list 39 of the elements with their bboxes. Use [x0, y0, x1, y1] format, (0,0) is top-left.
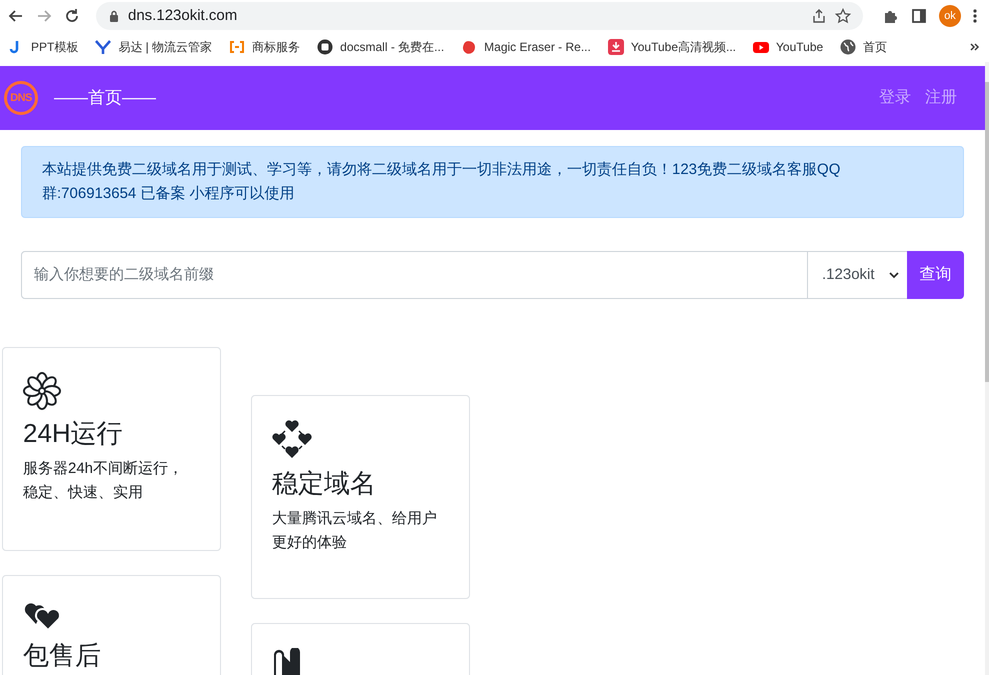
subdomain-input[interactable]: 输入你想要的二级域名前缀 [21, 251, 808, 299]
notice-alert: 本站提供免费二级域名用于测试、学习等，请勿将二级域名用于一切非法用途，一切责任自负！123免费二级域名客服QQ群:706913654 已备案 小程序可以使用 [21, 146, 964, 218]
bookmark-item[interactable]: YouTube高清视频... [608, 38, 736, 56]
feature-title: 包售后 [23, 640, 102, 672]
download-logo-icon [608, 39, 624, 55]
play-logo-icon [753, 39, 770, 55]
bookmark-item[interactable]: YouTube [753, 38, 824, 56]
bookmark-item[interactable]: 首页 [840, 38, 888, 56]
flower-icon [23, 372, 61, 410]
hearts-icon [272, 420, 312, 460]
sidebar-icon[interactable] [911, 8, 927, 24]
puzzle-icon[interactable] [883, 8, 899, 24]
back-icon[interactable] [8, 8, 24, 24]
url-text: dns.123okit.com [128, 6, 238, 26]
home-link[interactable]: ——首页—— [54, 85, 156, 111]
globe-icon [840, 39, 856, 55]
star-icon[interactable] [835, 8, 851, 24]
chevron-down-icon [889, 270, 899, 280]
chevrons-icon[interactable] [969, 41, 981, 53]
bookmark-item[interactable]: 商标服务 [229, 38, 300, 56]
address-bar[interactable]: dns.123okit.com [96, 2, 863, 30]
reload-icon[interactable] [64, 8, 80, 24]
feature-text: 大量腾讯云域名、给用户更好的体验 [272, 509, 437, 554]
bookmark-item[interactable]: docsmall - 免费在... [317, 38, 444, 56]
share-icon[interactable] [811, 8, 827, 24]
bracket-logo-icon [229, 39, 246, 55]
square-logo-icon [317, 39, 334, 55]
feature-text: 服务器24h不间断运行，稳定、快速、实用 [23, 459, 184, 504]
bookmark-item[interactable]: PPT模板 [8, 38, 78, 56]
blob-logo-icon [461, 39, 478, 55]
lock-icon [108, 10, 120, 22]
query-button[interactable]: 查询 [907, 251, 964, 299]
scrollbar[interactable] [985, 62, 989, 675]
logo-icon [95, 39, 112, 55]
menu-icon[interactable] [973, 8, 977, 24]
feature-title: 稳定域名 [272, 468, 377, 500]
bookmark-item[interactable]: Magic Eraser - Re... [461, 38, 591, 56]
bookmark-item[interactable]: 易达 | 物流云管家 [95, 38, 212, 56]
feature-title: 24H运行 [23, 418, 124, 450]
